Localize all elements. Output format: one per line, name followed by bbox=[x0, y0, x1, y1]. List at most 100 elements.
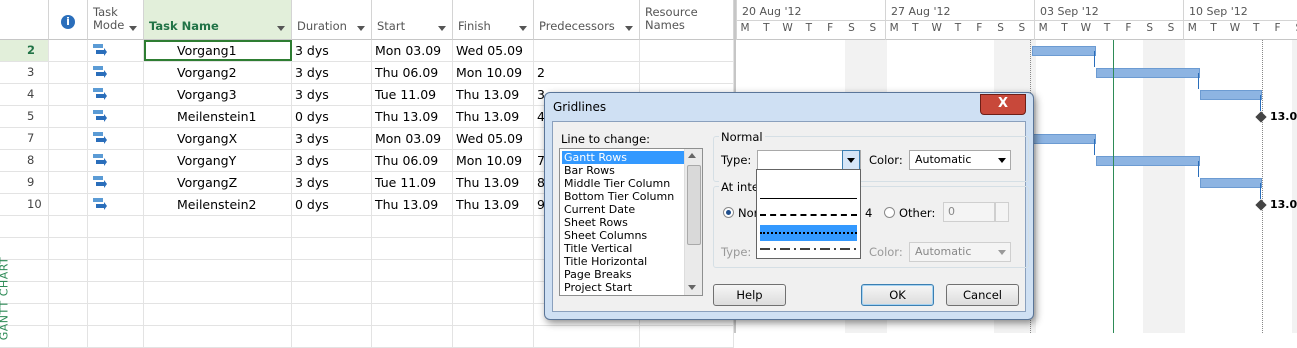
name-cell[interactable] bbox=[144, 260, 292, 281]
name-cell[interactable]: Vorgang3 bbox=[144, 84, 292, 105]
list-item[interactable]: Bottom Tier Column bbox=[562, 190, 676, 203]
close-button[interactable]: X bbox=[980, 94, 1026, 115]
finish-cell[interactable]: Mon 10.09 bbox=[453, 150, 534, 171]
task-mode-cell[interactable] bbox=[88, 282, 144, 303]
indicator-cell[interactable] bbox=[49, 304, 88, 325]
task-bar[interactable] bbox=[1096, 156, 1200, 166]
indicator-cell[interactable] bbox=[49, 150, 88, 171]
start-cell[interactable] bbox=[372, 282, 453, 303]
name-cell[interactable] bbox=[144, 216, 292, 237]
cancel-button[interactable]: Cancel bbox=[946, 284, 1019, 306]
duration-cell[interactable] bbox=[292, 304, 372, 325]
line-type-dotted[interactable] bbox=[760, 225, 857, 241]
resource-names-cell[interactable] bbox=[640, 62, 734, 83]
pred-cell[interactable] bbox=[534, 326, 640, 347]
line-type-solid[interactable] bbox=[760, 190, 857, 206]
task-mode-cell[interactable] bbox=[88, 172, 144, 193]
start-cell[interactable]: Thu 13.09 bbox=[372, 106, 453, 127]
finish-cell[interactable] bbox=[453, 216, 534, 237]
table-row[interactable]: 3 Vorgang2 3 dys Thu 06.09 Mon 10.09 2 bbox=[0, 62, 734, 84]
duration-cell[interactable]: 3 dys bbox=[292, 84, 372, 105]
task-bar[interactable] bbox=[1200, 178, 1262, 188]
row-number[interactable]: 2 bbox=[0, 40, 49, 61]
scroll-thumb[interactable] bbox=[687, 165, 701, 245]
task-mode-cell[interactable] bbox=[88, 84, 144, 105]
duration-cell[interactable]: 3 dys bbox=[292, 150, 372, 171]
finish-cell[interactable] bbox=[453, 304, 534, 325]
milestone-marker[interactable] bbox=[1255, 199, 1267, 211]
indicator-cell[interactable] bbox=[49, 282, 88, 303]
row-number[interactable]: 5 bbox=[0, 106, 49, 127]
scroll-up-icon[interactable] bbox=[688, 153, 696, 158]
row-number[interactable] bbox=[0, 216, 49, 237]
task-mode-cell[interactable] bbox=[88, 260, 144, 281]
row-number[interactable]: 8 bbox=[0, 150, 49, 171]
indicator-cell[interactable] bbox=[49, 84, 88, 105]
help-button[interactable]: Help bbox=[713, 284, 786, 306]
indicator-cell[interactable] bbox=[49, 128, 88, 149]
task-mode-cell[interactable] bbox=[88, 216, 144, 237]
finish-cell[interactable]: Thu 13.09 bbox=[453, 172, 534, 193]
list-item[interactable]: Project Start bbox=[562, 281, 634, 294]
chevron-down-icon[interactable] bbox=[438, 26, 446, 31]
spinner-buttons[interactable] bbox=[995, 202, 1009, 222]
row-number[interactable]: 3 bbox=[0, 62, 49, 83]
name-cell[interactable]: VorgangY bbox=[144, 150, 292, 171]
list-item[interactable]: Bar Rows bbox=[562, 164, 617, 177]
task-mode-cell[interactable] bbox=[88, 150, 144, 171]
finish-cell[interactable]: Thu 13.09 bbox=[453, 106, 534, 127]
duration-cell[interactable] bbox=[292, 326, 372, 347]
indicator-cell[interactable] bbox=[49, 194, 88, 215]
name-cell[interactable]: VorgangX bbox=[144, 128, 292, 149]
indicators-header[interactable]: i bbox=[49, 0, 88, 40]
duration-header[interactable]: Duration bbox=[292, 0, 372, 40]
task-mode-header[interactable]: Task Mode bbox=[88, 0, 144, 40]
resource-names-header[interactable]: Resource Names bbox=[640, 0, 734, 40]
start-cell[interactable] bbox=[372, 326, 453, 347]
indicator-cell[interactable] bbox=[49, 106, 88, 127]
task-mode-cell[interactable] bbox=[88, 40, 144, 61]
select-all-corner[interactable] bbox=[0, 0, 49, 40]
start-cell[interactable]: Tue 11.09 bbox=[372, 84, 453, 105]
type-combo[interactable] bbox=[757, 150, 861, 172]
finish-cell[interactable]: Wed 05.09 bbox=[453, 128, 534, 149]
none-radio[interactable] bbox=[723, 207, 734, 218]
duration-cell[interactable]: 3 dys bbox=[292, 128, 372, 149]
chevron-down-icon[interactable] bbox=[625, 26, 633, 31]
start-cell[interactable]: Mon 03.09 bbox=[372, 128, 453, 149]
duration-cell[interactable]: 0 dys bbox=[292, 194, 372, 215]
finish-cell[interactable] bbox=[453, 282, 534, 303]
line-type-dash-dot[interactable] bbox=[760, 241, 857, 257]
finish-cell[interactable]: Wed 05.09 bbox=[453, 40, 534, 61]
list-item[interactable]: Sheet Columns bbox=[562, 229, 649, 242]
task-mode-cell[interactable] bbox=[88, 238, 144, 259]
finish-cell[interactable] bbox=[453, 238, 534, 259]
indicator-cell[interactable] bbox=[49, 238, 88, 259]
indicator-cell[interactable] bbox=[49, 62, 88, 83]
ok-button[interactable]: OK bbox=[861, 284, 934, 306]
finish-cell[interactable]: Thu 13.09 bbox=[453, 84, 534, 105]
milestone-marker[interactable] bbox=[1255, 111, 1267, 123]
name-cell[interactable]: VorgangZ bbox=[144, 172, 292, 193]
task-mode-cell[interactable] bbox=[88, 62, 144, 83]
line-type-dashed[interactable] bbox=[760, 207, 857, 223]
task-bar[interactable] bbox=[1096, 68, 1200, 78]
task-name-header[interactable]: Task Name bbox=[144, 0, 292, 40]
task-mode-cell[interactable] bbox=[88, 106, 144, 127]
row-number[interactable]: 7 bbox=[0, 128, 49, 149]
start-cell[interactable] bbox=[372, 304, 453, 325]
finish-cell[interactable]: Thu 13.09 bbox=[453, 194, 534, 215]
task-mode-cell[interactable] bbox=[88, 194, 144, 215]
indicator-cell[interactable] bbox=[49, 326, 88, 347]
predecessors-header[interactable]: Predecessors bbox=[534, 0, 640, 40]
line-type-none[interactable] bbox=[760, 174, 857, 190]
list-item[interactable]: Middle Tier Column bbox=[562, 177, 672, 190]
duration-cell[interactable] bbox=[292, 216, 372, 237]
chevron-down-icon[interactable] bbox=[357, 26, 365, 31]
line-to-change-list[interactable]: Gantt Rows Bar Rows Middle Tier Column Bott… bbox=[559, 148, 703, 296]
color-dropdown-button[interactable] bbox=[994, 151, 1010, 169]
task-bar[interactable] bbox=[1200, 90, 1262, 100]
list-item[interactable]: Title Vertical bbox=[562, 242, 634, 255]
list-item[interactable]: Sheet Rows bbox=[562, 216, 630, 229]
start-cell[interactable]: Thu 06.09 bbox=[372, 150, 453, 171]
